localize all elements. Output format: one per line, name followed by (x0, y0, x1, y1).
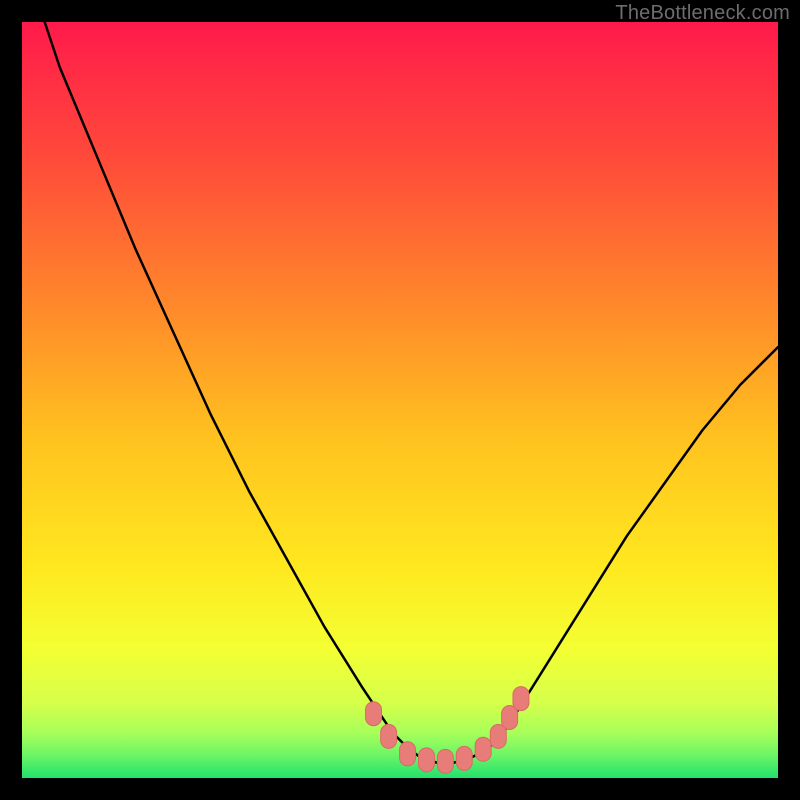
sweet-spot-marker (418, 748, 434, 772)
chart-overlay (22, 22, 778, 778)
sweet-spot-marker (400, 742, 416, 766)
sweet-spot-marker (490, 724, 506, 748)
chart-frame (22, 22, 778, 778)
bottleneck-curve (45, 22, 778, 763)
sweet-spot-marker (437, 749, 453, 773)
sweet-spot-marker (502, 706, 518, 730)
sweet-spot-marker (366, 702, 382, 726)
curve-path (45, 22, 778, 763)
sweet-spot-marker (513, 687, 529, 711)
sweet-spot-marker (456, 746, 472, 770)
sweet-spot-marker (381, 724, 397, 748)
attribution-label: TheBottleneck.com (615, 2, 790, 25)
sweet-spot-marker (475, 737, 491, 761)
sweet-spot-markers (366, 687, 529, 774)
